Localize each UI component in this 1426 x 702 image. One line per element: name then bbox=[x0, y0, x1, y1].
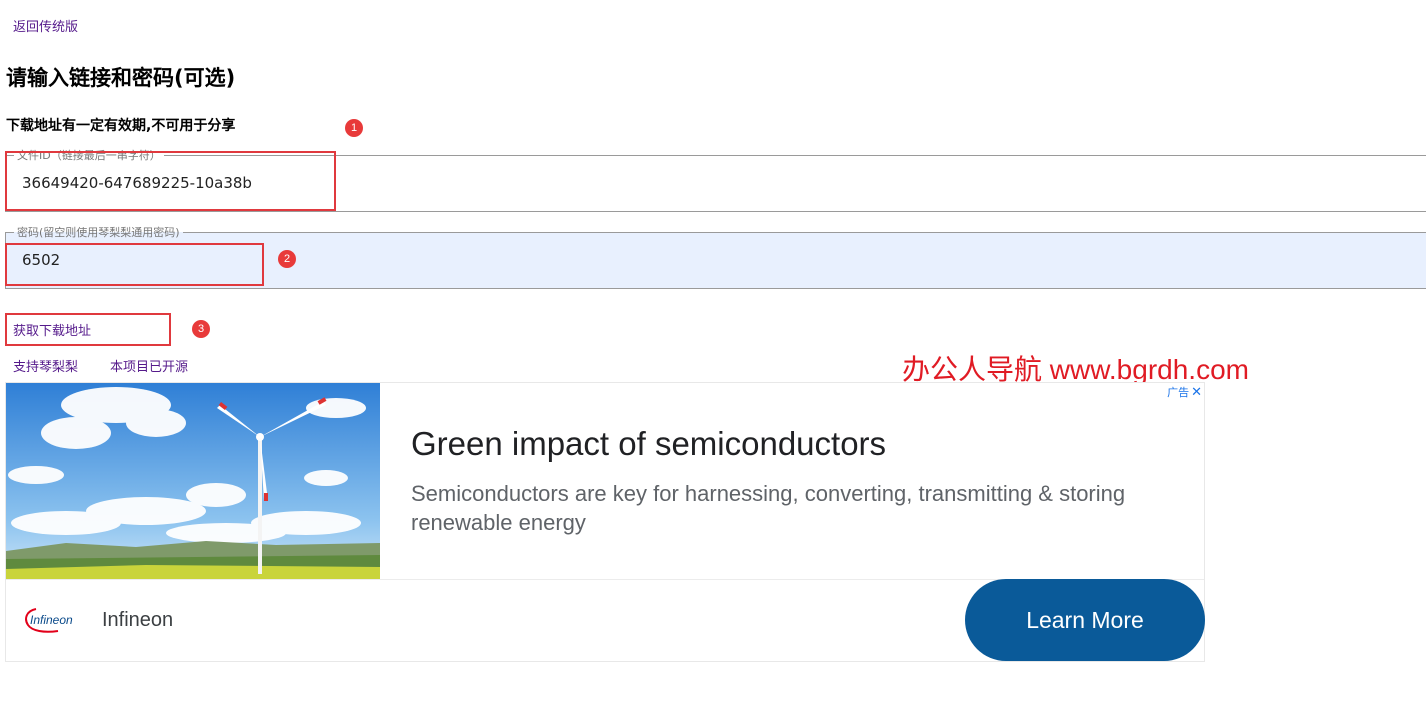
password-fieldset: 密码(留空则使用琴梨梨通用密码) bbox=[5, 227, 1426, 289]
support-link[interactable]: 支持琴梨梨 bbox=[13, 356, 78, 375]
learn-more-button[interactable]: Learn More bbox=[965, 579, 1205, 661]
open-source-link[interactable]: 本项目已开源 bbox=[110, 356, 188, 375]
ad-banner[interactable]: 广告 ✕ Green impact of semiconductors Semi… bbox=[5, 382, 1205, 662]
file-id-fieldset: 文件ID（链接最后一串字符） bbox=[5, 150, 1426, 212]
ad-description: Semiconductors are key for harnessing, c… bbox=[411, 481, 1126, 535]
page: 返回传统版 请输入链接和密码(可选) 下载地址有一定有效期,不可用于分享 文件I… bbox=[0, 0, 1426, 702]
file-id-input[interactable] bbox=[6, 161, 1426, 205]
password-input[interactable] bbox=[6, 238, 1426, 282]
validity-notice: 下载地址有一定有效期,不可用于分享 bbox=[6, 118, 236, 134]
annotation-badge-1: 1 bbox=[345, 119, 363, 137]
ad-choices[interactable]: 广告 ✕ bbox=[1167, 384, 1202, 400]
page-title: 请输入链接和密码(可选) bbox=[6, 66, 236, 90]
annotation-badge-3: 3 bbox=[192, 320, 210, 338]
svg-text:Infineon: Infineon bbox=[30, 613, 73, 627]
ad-headline[interactable]: Green impact of semiconductors bbox=[411, 425, 886, 463]
close-icon[interactable]: ✕ bbox=[1191, 385, 1202, 400]
get-download-link-button[interactable]: 获取下载地址 bbox=[13, 320, 91, 339]
annotation-badge-2: 2 bbox=[278, 250, 296, 268]
wind-turbine-image bbox=[6, 383, 380, 579]
file-id-legend: 文件ID（链接最后一串字符） bbox=[17, 149, 161, 162]
ad-label: 广告 bbox=[1167, 386, 1190, 399]
password-legend: 密码(留空则使用琴梨梨通用密码) bbox=[17, 226, 180, 239]
infineon-logo: Infineon bbox=[24, 605, 82, 639]
back-to-classic-link[interactable]: 返回传统版 bbox=[13, 16, 78, 35]
ad-advertiser: Infineon bbox=[102, 609, 174, 631]
